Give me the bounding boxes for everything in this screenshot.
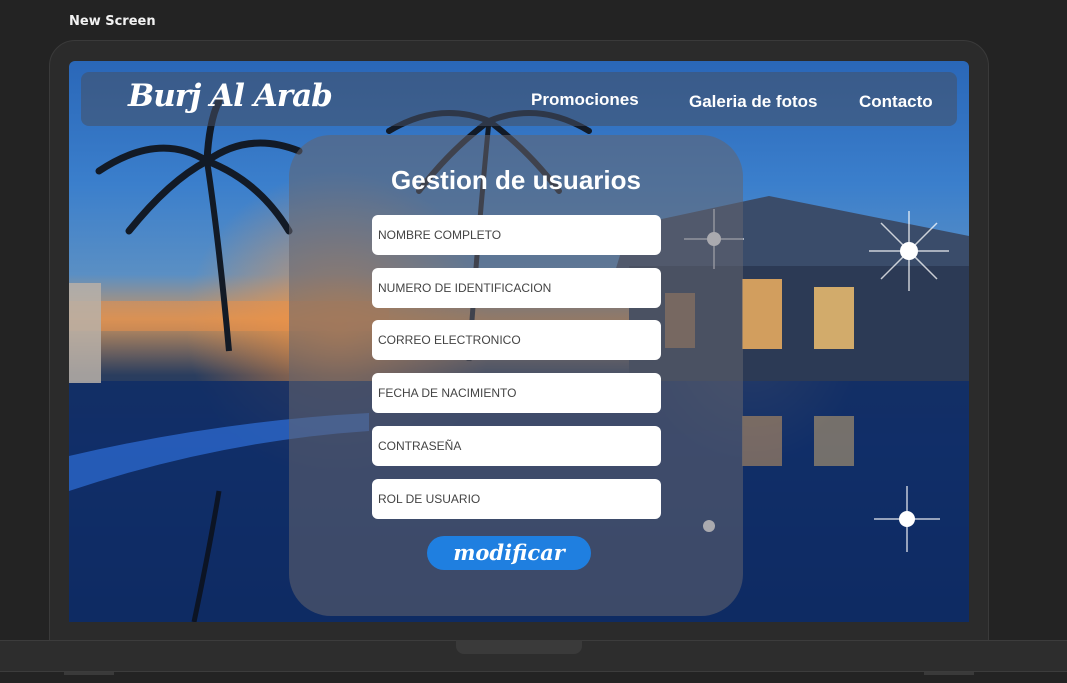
- top-navbar: Burj Al Arab Promociones Galeria de foto…: [81, 72, 957, 126]
- birth-date-input[interactable]: [372, 373, 661, 413]
- laptop-foot-right: [924, 672, 974, 675]
- nav-link-contacto[interactable]: Contacto: [859, 92, 933, 112]
- full-name-field: [372, 215, 661, 255]
- modify-button[interactable]: modificar: [427, 536, 591, 570]
- app-screen: Burj Al Arab Promociones Galeria de foto…: [69, 61, 969, 622]
- laptop-notch: [456, 640, 582, 654]
- user-role-field: [372, 479, 661, 519]
- user-management-panel: Gestion de usuarios modificar: [289, 135, 743, 616]
- nav-link-promociones[interactable]: Promociones: [531, 90, 639, 110]
- email-field: [372, 320, 661, 360]
- user-role-input[interactable]: [372, 479, 661, 519]
- brand-logo[interactable]: Burj Al Arab: [128, 78, 333, 114]
- password-input[interactable]: [372, 426, 661, 466]
- frame-label: New Screen: [69, 14, 156, 29]
- email-input[interactable]: [372, 320, 661, 360]
- id-number-input[interactable]: [372, 268, 661, 308]
- birth-date-field: [372, 373, 661, 413]
- laptop-foot-left: [64, 672, 114, 675]
- id-number-field: [372, 268, 661, 308]
- password-field: [372, 426, 661, 466]
- nav-link-galeria-de-fotos[interactable]: Galeria de fotos: [689, 92, 817, 112]
- form-title: Gestion de usuarios: [391, 165, 641, 195]
- full-name-input[interactable]: [372, 215, 661, 255]
